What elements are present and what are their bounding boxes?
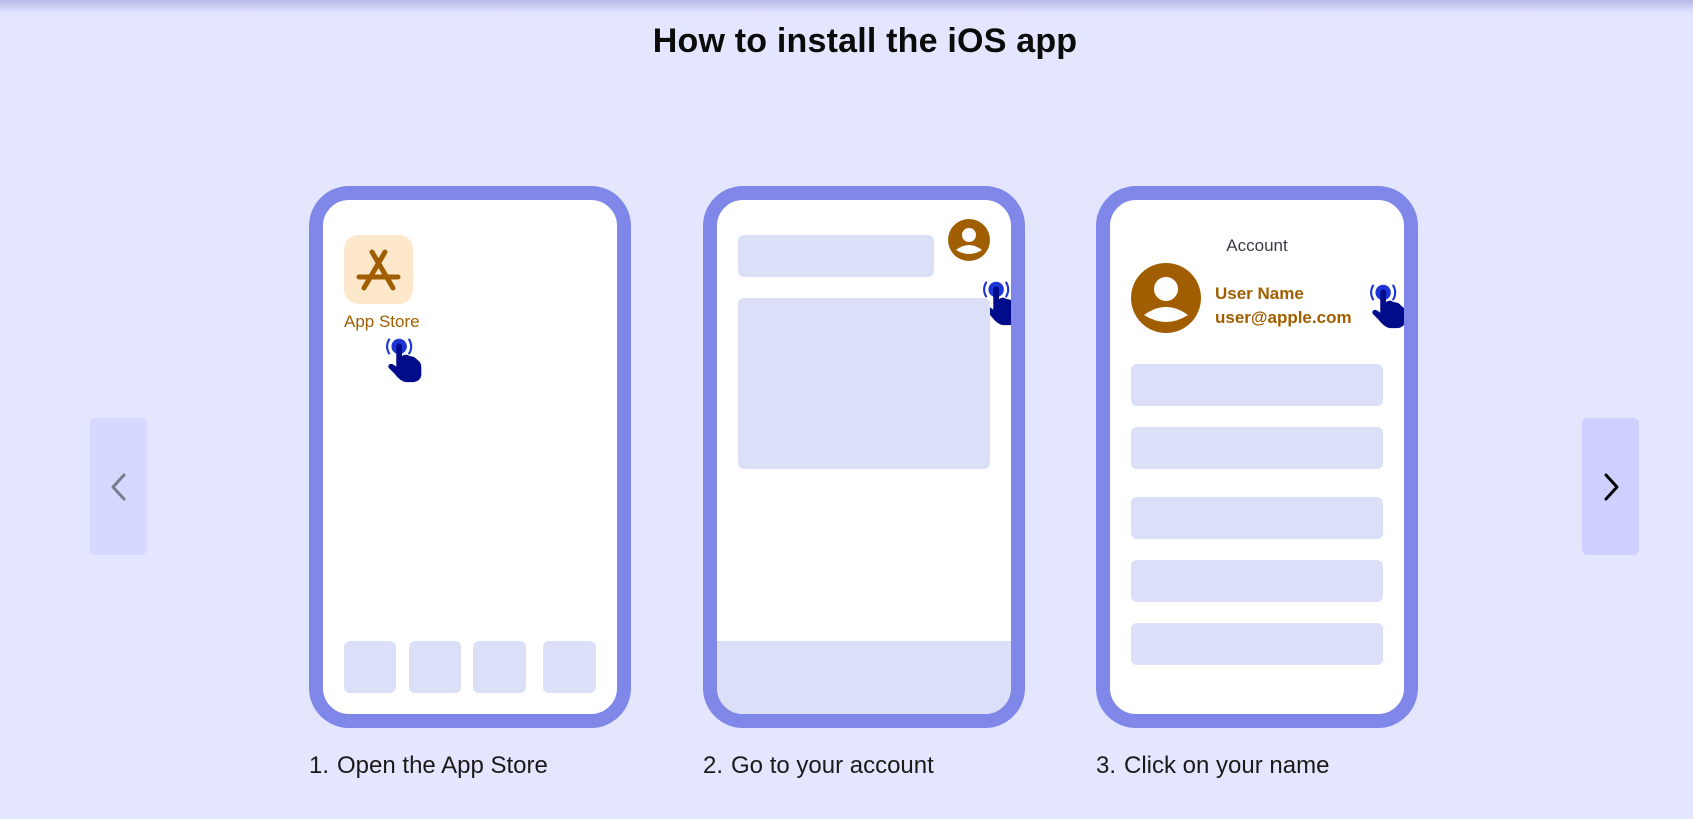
search-bar-placeholder [738,235,934,277]
dock-item [473,641,526,693]
list-row-placeholder [1131,623,1383,665]
dock-item [344,641,396,693]
step-number: 1. [309,752,330,779]
chevron-right-icon [1604,473,1618,500]
step-2-caption: 2. Go to your account [703,752,934,780]
list-row-placeholder [1131,560,1383,602]
dock-item [409,641,461,693]
tap-hand-icon [1370,283,1404,330]
phone-step-2 [703,186,1025,728]
page-title: How to install the iOS app [652,22,1078,60]
dock-item [543,641,596,693]
carousel-next-button[interactable] [1582,418,1639,555]
step-1-caption: 1. Open the App Store [309,752,548,780]
step-3-caption: 3. Click on your name [1096,752,1329,780]
step-number: 2. [703,752,724,779]
user-name: User Name [1215,284,1304,303]
app-store-icon [356,249,401,291]
user-email: user@apple.com [1215,308,1352,327]
phone-step-1: App Store [309,186,631,728]
step-number: 3. [1096,752,1117,779]
tab-bar-placeholder [717,641,1011,714]
list-row-placeholder [1131,497,1383,539]
carousel-prev-button[interactable] [90,418,147,555]
content-placeholder [738,298,990,469]
account-header: Account [1226,236,1288,255]
app-store-app-icon [344,235,413,304]
chevron-left-icon [111,473,125,500]
step-text: Go to your account [731,752,934,779]
user-avatar-icon [948,219,990,261]
phone-step-3: Account User Name user@apple.com [1096,186,1418,728]
step-text: Open the App Store [337,752,548,779]
list-row-placeholder [1131,427,1383,469]
top-shadow [0,0,1693,14]
app-store-label: App Store [344,312,420,331]
step-text: Click on your name [1124,752,1330,779]
list-row-placeholder [1131,364,1383,406]
user-avatar-icon [1131,263,1201,333]
tap-hand-icon [386,337,423,384]
